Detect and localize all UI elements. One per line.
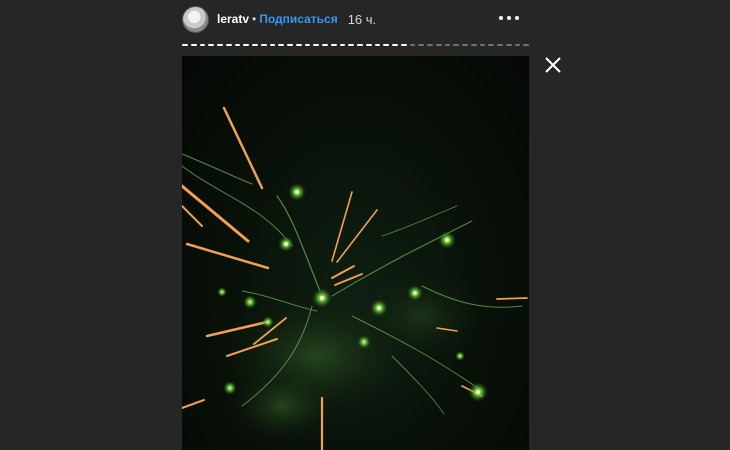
progress-segment (278, 44, 284, 46)
progress-segment (470, 44, 477, 46)
fireworks-image (182, 106, 528, 450)
progress-segment (488, 44, 494, 46)
progress-segment (505, 44, 512, 46)
close-icon[interactable] (544, 56, 562, 74)
progress-segment (400, 44, 407, 46)
timestamp: 16 ч. (347, 11, 377, 27)
progress-segment (444, 44, 451, 46)
progress-segment (357, 44, 363, 46)
story-progress-bar (182, 44, 529, 46)
progress-segment (322, 44, 328, 46)
progress-segment (383, 44, 389, 46)
progress-segment (190, 44, 197, 46)
story-header: leratv • Подписаться 16 ч. (182, 5, 529, 33)
progress-segment (453, 44, 459, 46)
progress-segment (497, 44, 503, 46)
progress-segment (427, 44, 433, 46)
progress-segment (260, 44, 267, 46)
progress-segment (418, 44, 424, 46)
progress-segment (392, 44, 398, 46)
username[interactable]: leratv (217, 12, 249, 26)
progress-segment (182, 44, 188, 46)
avatar[interactable] (182, 5, 209, 33)
follow-button[interactable]: Подписаться (259, 12, 337, 26)
progress-segment (252, 44, 258, 46)
more-options-icon[interactable] (499, 13, 519, 23)
progress-segment (199, 44, 206, 46)
progress-segment (208, 44, 214, 46)
progress-segment (243, 44, 249, 46)
progress-segment (514, 44, 521, 46)
progress-segment (313, 44, 319, 46)
progress-segment (234, 44, 241, 46)
progress-segment (304, 44, 311, 46)
separator-dot: • (252, 12, 257, 26)
progress-segment (365, 44, 372, 46)
progress-segment (330, 44, 337, 46)
progress-segment (409, 44, 416, 46)
progress-segment (217, 44, 223, 46)
progress-segment (374, 44, 381, 46)
progress-segment (287, 44, 293, 46)
progress-segment (339, 44, 346, 46)
progress-segment (269, 44, 276, 46)
progress-segment (479, 44, 486, 46)
progress-segment (225, 44, 232, 46)
progress-segment (523, 44, 529, 46)
story-media-fireworks[interactable] (182, 56, 529, 450)
progress-segment (295, 44, 302, 46)
progress-segment (462, 44, 468, 46)
progress-segment (348, 44, 354, 46)
progress-segment (435, 44, 442, 46)
